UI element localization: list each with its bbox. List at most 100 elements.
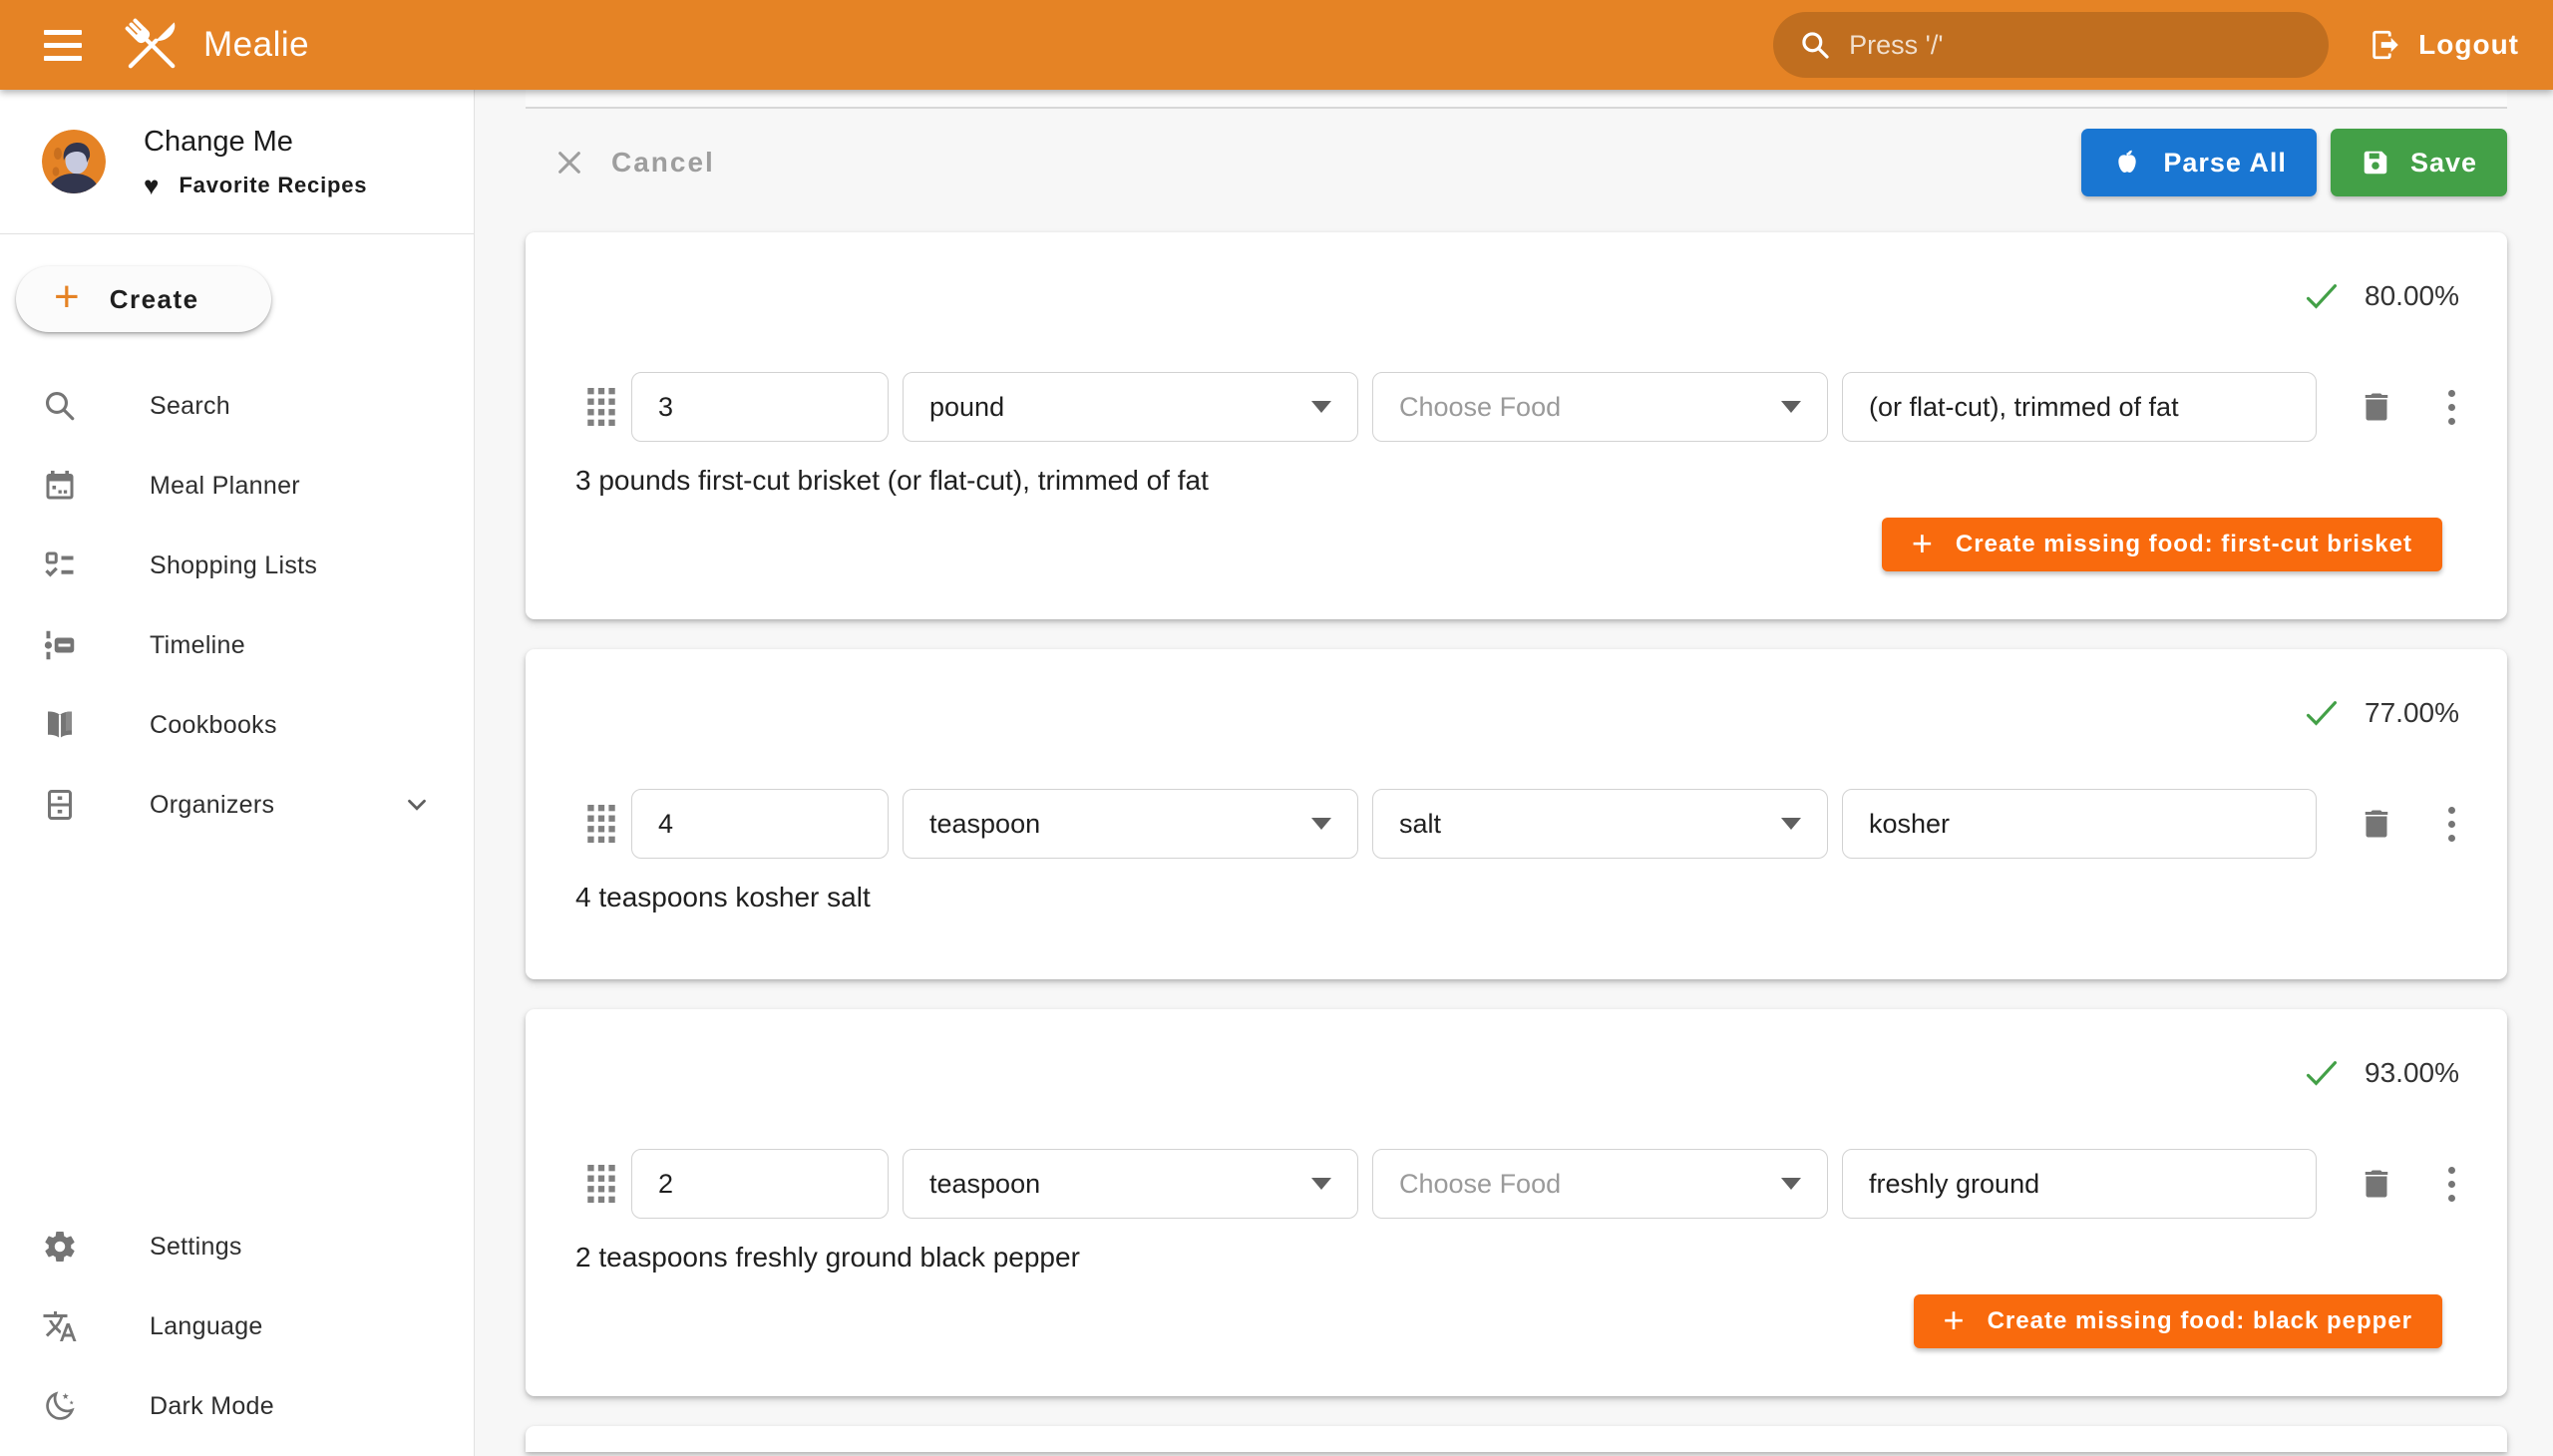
user-profile[interactable]: Change Me ♥ Favorite Recipes — [0, 90, 474, 234]
confidence-value: 80.00% — [2365, 280, 2459, 312]
quantity-input[interactable] — [631, 789, 889, 859]
food-select[interactable]: Choose Food — [1372, 1149, 1828, 1219]
food-select[interactable]: Choose Food — [1372, 372, 1828, 442]
create-missing-food-button[interactable]: + Create missing food: first-cut brisket — [1882, 518, 2442, 571]
sidebar-item-settings[interactable]: Settings — [0, 1207, 474, 1286]
favorite-recipes-label: Favorite Recipes — [179, 173, 367, 198]
sidebar-item-dark-mode[interactable]: Dark Mode — [0, 1366, 474, 1446]
translate-icon — [42, 1308, 78, 1344]
quantity-input[interactable] — [631, 1149, 889, 1219]
close-icon — [553, 147, 585, 179]
save-label: Save — [2410, 148, 2477, 179]
trash-icon — [2359, 387, 2394, 427]
app-header: Mealie Logout — [0, 0, 2553, 90]
sidebar-item-language[interactable]: Language — [0, 1286, 474, 1366]
logout-icon — [2369, 28, 2402, 62]
create-button-label: Create — [110, 284, 199, 315]
search-input[interactable] — [1849, 30, 2268, 61]
delete-button[interactable] — [2359, 1164, 2394, 1204]
checklist-icon — [42, 547, 78, 583]
unit-select[interactable]: teaspoon — [903, 789, 1358, 859]
confidence-row: 80.00% — [526, 232, 2507, 314]
sidebar-item-organizers[interactable]: Organizers — [0, 765, 474, 845]
sidebar-item-meal-planner[interactable]: Meal Planner — [0, 446, 474, 526]
chevron-down-icon — [1781, 401, 1801, 413]
drag-handle-icon[interactable] — [585, 805, 617, 843]
plus-icon: + — [1944, 1302, 1966, 1338]
ingredient-card: 80.00% pound Choose Food — [526, 232, 2507, 619]
ingredient-card: 93.00% teaspoon Choose Food — [526, 1009, 2507, 1396]
sidebar-item-search[interactable]: Search — [0, 366, 474, 446]
sidebar-item-label: Dark Mode — [150, 1392, 274, 1421]
delete-button[interactable] — [2359, 387, 2394, 427]
note-input[interactable] — [1842, 1149, 2317, 1219]
user-name: Change Me — [144, 126, 367, 159]
food-select[interactable]: salt — [1372, 789, 1828, 859]
apple-icon — [2111, 147, 2143, 179]
confidence-row: 77.00% — [526, 649, 2507, 731]
trash-icon — [2359, 1164, 2394, 1204]
main-content: Cancel Parse All — [476, 90, 2553, 1456]
trash-icon — [2359, 804, 2394, 844]
cancel-button[interactable]: Cancel — [553, 147, 715, 179]
drag-handle-icon[interactable] — [585, 1165, 617, 1203]
chevron-down-icon — [402, 790, 432, 820]
sidebar-item-label: Cookbooks — [150, 711, 277, 740]
search-icon — [1799, 29, 1831, 61]
food-placeholder: Choose Food — [1399, 392, 1561, 423]
save-icon — [2361, 148, 2390, 178]
parse-all-label: Parse All — [2163, 148, 2287, 179]
more-menu-button[interactable] — [2444, 807, 2458, 842]
note-input[interactable] — [1842, 789, 2317, 859]
unit-value: teaspoon — [929, 1169, 1040, 1200]
unit-select[interactable]: pound — [903, 372, 1358, 442]
kebab-icon — [2448, 807, 2455, 814]
kebab-icon — [2448, 390, 2455, 397]
plus-icon: + — [1912, 526, 1934, 561]
logout-button[interactable]: Logout — [2369, 28, 2519, 62]
more-menu-button[interactable] — [2444, 1167, 2458, 1202]
note-input[interactable] — [1842, 372, 2317, 442]
chevron-down-icon — [1311, 1178, 1331, 1190]
quantity-input[interactable] — [631, 372, 889, 442]
original-ingredient-text: 4 teaspoons kosher salt — [575, 881, 2507, 914]
sidebar-item-label: Shopping Lists — [150, 551, 317, 580]
sidebar-item-label: Settings — [150, 1233, 242, 1262]
parser-toolbar: Cancel Parse All — [526, 129, 2507, 196]
mealie-app: Mealie Logout — [0, 0, 2553, 1456]
ingredient-card: 77.00% teaspoon salt — [526, 649, 2507, 979]
cancel-label: Cancel — [611, 147, 715, 179]
create-missing-food-button[interactable]: + Create missing food: black pepper — [1914, 1294, 2442, 1348]
sidebar-item-timeline[interactable]: Timeline — [0, 605, 474, 685]
confidence-value: 77.00% — [2365, 697, 2459, 729]
food-placeholder: Choose Food — [1399, 1169, 1561, 1200]
sidebar-item-label: Timeline — [150, 631, 245, 660]
global-search[interactable] — [1773, 12, 2329, 78]
timeline-icon — [42, 627, 78, 663]
ingredient-fields-row: teaspoon salt — [526, 789, 2507, 859]
drag-handle-icon[interactable] — [585, 388, 617, 426]
favorite-recipes-link[interactable]: ♥ Favorite Recipes — [144, 173, 367, 198]
create-missing-food-label: Create missing food: first-cut brisket — [1956, 531, 2412, 558]
app-title: Mealie — [203, 25, 309, 65]
sidebar-item-cookbooks[interactable]: Cookbooks — [0, 685, 474, 765]
ingredient-card-partial — [526, 1426, 2507, 1452]
open-book-icon — [42, 707, 78, 743]
delete-button[interactable] — [2359, 804, 2394, 844]
create-button[interactable]: + Create — [16, 266, 271, 332]
confidence-row: 93.00% — [526, 1009, 2507, 1091]
more-menu-button[interactable] — [2444, 390, 2458, 425]
avatar — [42, 130, 106, 193]
save-button[interactable]: Save — [2331, 129, 2507, 196]
sidebar-item-shopping-lists[interactable]: Shopping Lists — [0, 526, 474, 605]
plus-icon: + — [54, 275, 80, 319]
hamburger-menu-icon[interactable] — [34, 25, 92, 65]
sidebar-nav: Search Meal Planner Shopping Lists — [0, 366, 474, 845]
confidence-value: 93.00% — [2365, 1057, 2459, 1089]
chevron-down-icon — [1781, 818, 1801, 830]
mealie-logo-icon[interactable] — [114, 7, 189, 83]
unit-select[interactable]: teaspoon — [903, 1149, 1358, 1219]
kebab-icon — [2448, 1167, 2455, 1174]
parse-all-button[interactable]: Parse All — [2081, 129, 2317, 196]
original-ingredient-text: 3 pounds first-cut brisket (or flat-cut)… — [575, 464, 2507, 498]
